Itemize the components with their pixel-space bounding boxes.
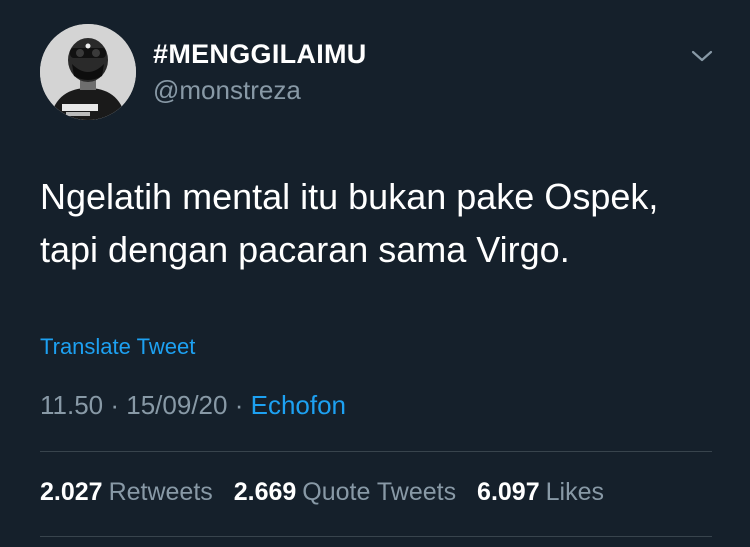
avatar[interactable] bbox=[40, 24, 136, 120]
likes-count: 6.097 bbox=[477, 478, 540, 506]
divider bbox=[40, 536, 712, 537]
likes-label: Likes bbox=[545, 478, 604, 506]
tweet-text: Ngelatih mental itu bukan pake Ospek, ta… bbox=[40, 170, 720, 276]
tweet-time[interactable]: 11.50 bbox=[40, 390, 103, 420]
tweet-detail: #MENGGILAIMU @monstreza Ngelatih mental … bbox=[0, 0, 750, 547]
quote-tweets-stat[interactable]: 2.669 Quote Tweets bbox=[234, 478, 456, 506]
divider bbox=[40, 451, 712, 452]
retweets-label: Retweets bbox=[108, 478, 213, 506]
avatar-image bbox=[40, 24, 136, 120]
quote-tweets-count: 2.669 bbox=[233, 478, 297, 506]
likes-stat[interactable]: 6.097 Likes bbox=[477, 478, 604, 506]
tweet-text-line: tapi dengan pacaran sama Virgo. bbox=[40, 229, 570, 270]
meta-separator: · bbox=[234, 390, 251, 420]
display-name[interactable]: #MENGGILAIMU bbox=[153, 39, 367, 70]
translate-tweet-link[interactable]: Translate Tweet bbox=[40, 334, 195, 360]
tweet-text-line: Ngelatih mental itu bukan pake Ospek, bbox=[40, 176, 659, 217]
user-handle[interactable]: @monstreza bbox=[153, 75, 301, 106]
tweet-source-link[interactable]: Echofon bbox=[251, 390, 346, 420]
chevron-down-icon[interactable] bbox=[688, 46, 716, 66]
tweet-stats: 2.027 Retweets 2.669 Quote Tweets 6.097 Lik… bbox=[40, 478, 604, 507]
meta-separator: · bbox=[110, 390, 127, 420]
tweet-metadata: 11.50 · 15/09/20 · Echofon bbox=[40, 390, 346, 421]
quote-tweets-label: Quote Tweets bbox=[302, 478, 457, 506]
tweet-date[interactable]: 15/09/20 bbox=[126, 390, 227, 420]
retweets-stat[interactable]: 2.027 Retweets bbox=[40, 478, 213, 506]
retweets-count: 2.027 bbox=[40, 478, 103, 506]
